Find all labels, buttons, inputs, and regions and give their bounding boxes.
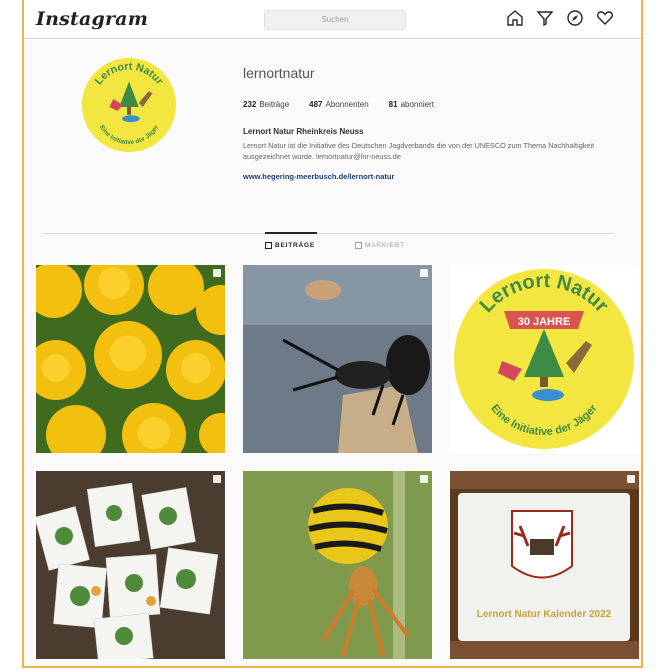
bio-link[interactable]: www.hegering-meerbusch.de/lernort-natur xyxy=(243,172,394,181)
grid-icon xyxy=(265,242,272,249)
multi-post-icon xyxy=(213,269,221,277)
tab-tagged[interactable]: MARKIERT xyxy=(355,242,405,249)
tab-posts[interactable]: BEITRÄGE xyxy=(265,242,315,249)
bio-text: Lernort Natur ist die Initiative des Deu… xyxy=(243,141,595,161)
tab-tagged-label: MARKIERT xyxy=(365,242,405,249)
profile-avatar[interactable]: Lernort Natur Eine Initiative der Jäger xyxy=(80,56,178,154)
home-icon[interactable] xyxy=(505,8,525,28)
stat-posts-label: Beiträge xyxy=(259,100,290,109)
stat-posts: 232 Beiträge xyxy=(243,100,289,109)
heart-icon[interactable] xyxy=(595,8,615,28)
bio-name: Lernort Natur Rheinkreis Neuss xyxy=(243,127,364,136)
tabs-divider xyxy=(44,233,614,234)
stat-following-count: 81 xyxy=(388,100,398,109)
stat-posts-count: 232 xyxy=(243,100,257,109)
stat-followers-label: Abonnenten xyxy=(325,100,369,109)
calendar-title: Lernort Natur Kalender 2022 xyxy=(477,609,612,620)
compass-icon[interactable] xyxy=(565,8,585,28)
stat-following-label: abonniert xyxy=(400,100,434,109)
search-input[interactable]: Suchen xyxy=(264,10,406,30)
profile-stats: 232 Beiträge 487 Abonnenten 81 abonniert xyxy=(243,100,434,109)
post-tile-wasp-spider[interactable] xyxy=(243,471,432,659)
multi-post-icon xyxy=(213,475,221,483)
profile-username: lernortnatur xyxy=(243,65,315,81)
explore-icon[interactable] xyxy=(535,8,555,28)
post-tile-stag-beetle[interactable] xyxy=(243,265,432,453)
post-tile-anniversary-logo[interactable]: Lernort Natur Eine Initiative der Jäger … xyxy=(450,265,639,453)
multi-post-icon xyxy=(627,475,635,483)
tab-posts-label: BEITRÄGE xyxy=(275,242,315,249)
instagram-logo[interactable]: Instagram xyxy=(36,8,148,30)
multi-post-icon xyxy=(420,475,428,483)
tagged-icon xyxy=(355,242,362,249)
post-tile-leaf-cards[interactable] xyxy=(36,471,225,659)
top-navigation-bar: Instagram Suchen xyxy=(24,0,641,39)
stat-followers[interactable]: 487 Abonnenten xyxy=(309,100,369,109)
post-tile-calendar-sign[interactable]: Lernort Natur Kalender 2022 xyxy=(450,471,639,659)
post-tile-yellow-flowers[interactable] xyxy=(36,265,225,453)
anniversary-badge: 30 JAHRE xyxy=(518,316,571,328)
stat-following[interactable]: 81 abonniert xyxy=(389,100,434,109)
nav-icons xyxy=(505,8,615,28)
multi-post-icon xyxy=(420,269,428,277)
active-tab-indicator xyxy=(265,232,317,234)
stat-followers-count: 487 xyxy=(309,100,323,109)
